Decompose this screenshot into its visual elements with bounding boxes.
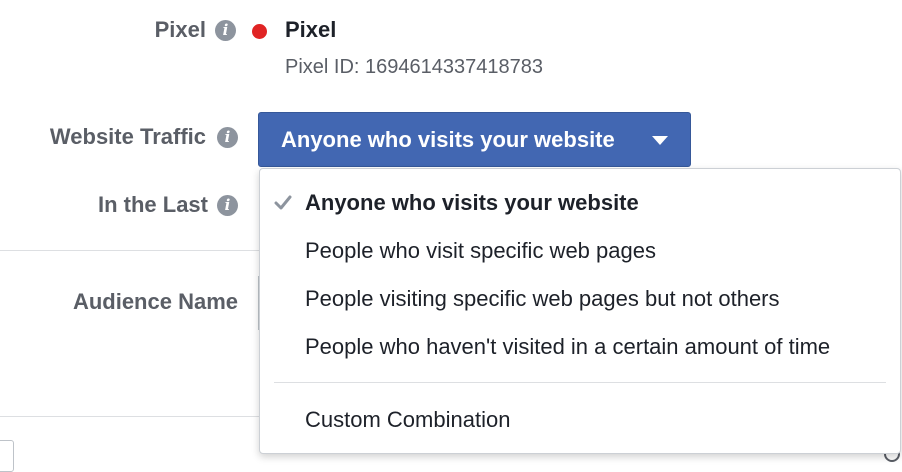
menu-item-label: People who haven't visited in a certain … bbox=[305, 334, 831, 359]
pixel-status-dot bbox=[252, 24, 267, 39]
menu-item-anyone[interactable]: Anyone who visits your website bbox=[260, 179, 900, 227]
menu-item-specific-pages[interactable]: People who visit specific web pages bbox=[260, 227, 900, 275]
pixel-name: Pixel bbox=[285, 17, 337, 42]
menu-item-label: Anyone who visits your website bbox=[305, 190, 639, 215]
menu-separator bbox=[274, 382, 886, 383]
caret-down-icon bbox=[652, 136, 668, 145]
menu-item-specific-not-others[interactable]: People visiting specific web pages but n… bbox=[260, 275, 900, 323]
menu-item-label: People who visit specific web pages bbox=[305, 238, 656, 263]
website-traffic-dropdown[interactable]: Anyone who visits your website bbox=[258, 112, 691, 167]
section-divider bbox=[0, 416, 260, 417]
website-traffic-menu: Anyone who visits your website People wh… bbox=[259, 168, 901, 454]
menu-item-label: Custom Combination bbox=[305, 407, 511, 432]
website-traffic-label: Website Traffic bbox=[49, 124, 206, 149]
pixel-id: Pixel ID: 1694614337418783 bbox=[285, 56, 543, 78]
in-the-last-label: In the Last bbox=[97, 192, 208, 217]
info-icon[interactable]: i bbox=[215, 20, 236, 41]
dropdown-selected-label: Anyone who visits your website bbox=[281, 127, 615, 152]
pixel-label: Pixel bbox=[154, 17, 206, 42]
info-icon[interactable]: i bbox=[217, 195, 238, 216]
info-icon[interactable]: i bbox=[217, 127, 238, 148]
menu-item-custom-combination[interactable]: Custom Combination bbox=[260, 396, 900, 444]
section-divider bbox=[0, 250, 260, 251]
menu-item-label: People visiting specific web pages but n… bbox=[305, 286, 780, 311]
check-icon bbox=[274, 195, 292, 210]
menu-item-not-visited[interactable]: People who haven't visited in a certain … bbox=[260, 323, 900, 371]
audience-name-label: Audience Name bbox=[72, 289, 238, 314]
partial-input-box[interactable] bbox=[0, 440, 14, 472]
